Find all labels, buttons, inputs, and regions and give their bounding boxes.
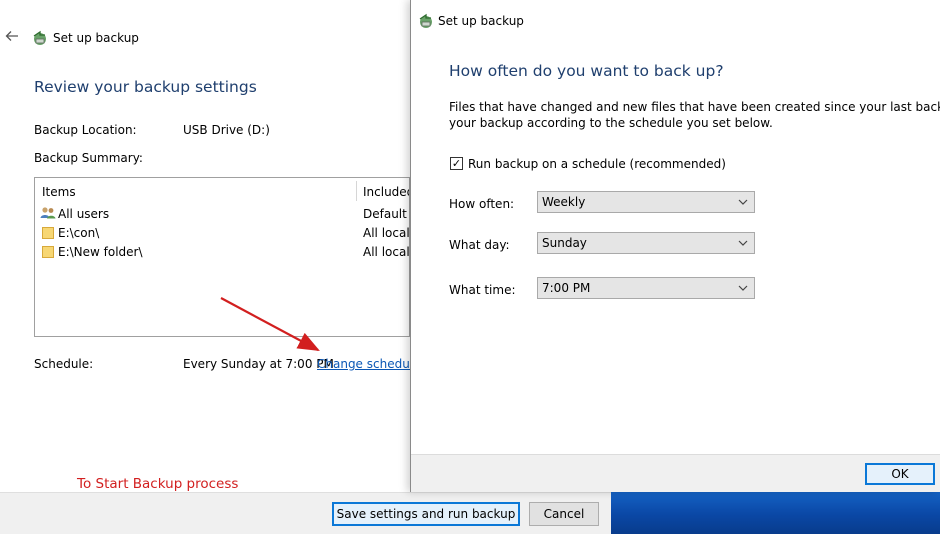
what-time-select[interactable]: 7:00 PM (537, 277, 755, 299)
how-often-label: How often: (449, 197, 515, 211)
dialog-title: Set up backup (438, 14, 524, 28)
how-often-select[interactable]: Weekly (537, 191, 755, 213)
run-on-schedule-label[interactable]: Run backup on a schedule (recommended) (468, 156, 726, 172)
how-often-value: Weekly (542, 195, 586, 209)
chevron-down-icon (738, 240, 748, 246)
dialog-heading: How often do you want to back up? (449, 62, 724, 80)
arrow-to-change-schedule (220, 297, 320, 352)
ok-button[interactable]: OK (865, 463, 935, 485)
backup-app-icon (417, 13, 433, 29)
dialog-description-line-2: your backup according to the schedule yo… (449, 116, 773, 130)
schedule-dialog: Set up backup How often do you want to b… (410, 0, 940, 492)
what-time-value: 7:00 PM (542, 281, 591, 295)
what-day-value: Sunday (542, 236, 587, 250)
desktop-background (611, 492, 940, 534)
chevron-down-icon (738, 285, 748, 291)
chevron-down-icon (738, 199, 748, 205)
dialog-description-line-1: Files that have changed and new files th… (449, 100, 940, 114)
what-day-label: What day: (449, 238, 510, 252)
annotation-label: To Start Backup process (77, 476, 239, 492)
bottom-button-bar: Save settings and run backup Cancel (0, 492, 611, 534)
cancel-button[interactable]: Cancel (529, 502, 599, 526)
run-on-schedule-checkbox[interactable]: ✓ (450, 157, 463, 170)
what-time-label: What time: (449, 283, 516, 297)
save-and-run-button[interactable]: Save settings and run backup (332, 502, 520, 526)
dialog-footer: OK (411, 454, 940, 492)
what-day-select[interactable]: Sunday (537, 232, 755, 254)
